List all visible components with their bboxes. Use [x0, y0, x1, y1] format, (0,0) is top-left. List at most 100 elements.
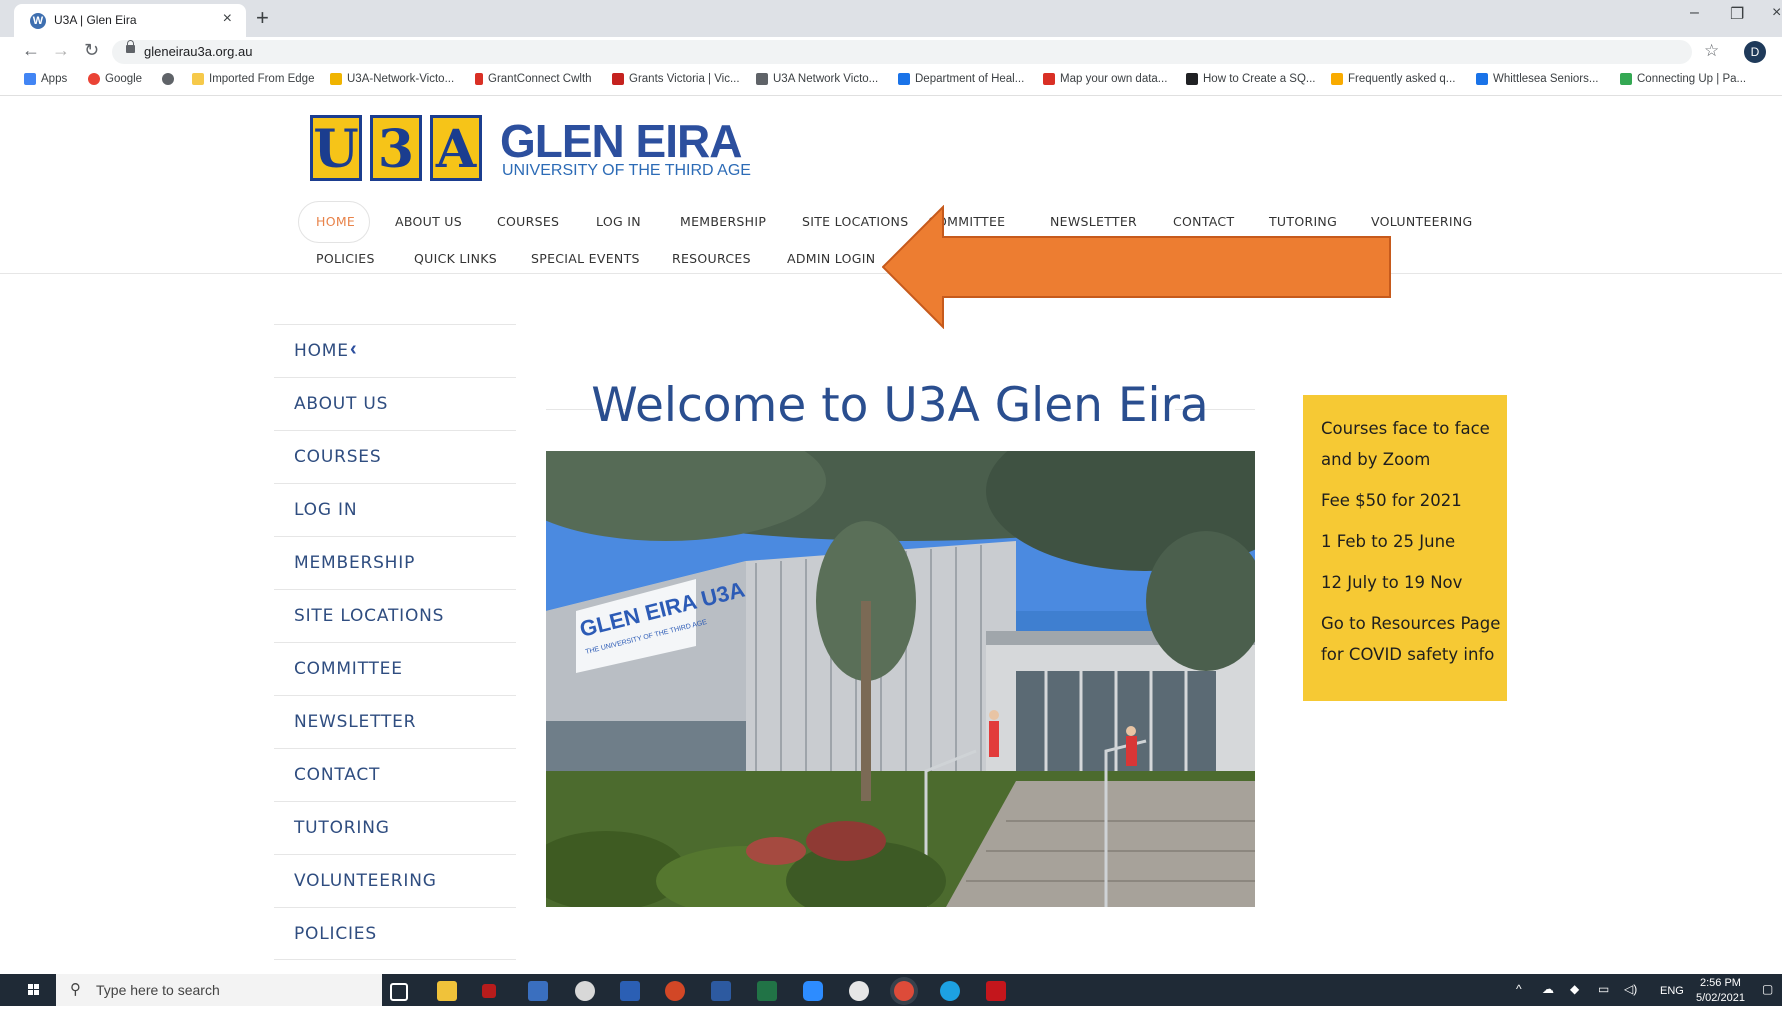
bookmark-star-icon[interactable]: ☆ — [1704, 41, 1719, 61]
bookmark-imported-from-edge[interactable]: Imported From Edge — [192, 73, 314, 85]
itunes-icon[interactable] — [849, 981, 869, 1001]
notice-line: and by Zoom — [1321, 450, 1431, 469]
windows-start-icon[interactable] — [12, 974, 56, 1006]
logo-letter-3: 3 — [370, 115, 422, 181]
sidebar-item-home[interactable]: HOME ‹ — [274, 324, 516, 377]
health-icon — [898, 73, 910, 85]
grants-victoria-icon — [612, 73, 624, 85]
sidebar-item-courses[interactable]: COURSES — [274, 430, 516, 483]
browser-tab[interactable]: W U3A | Glen Eira × — [14, 4, 246, 37]
nav-special-events[interactable]: SPECIAL EVENTS — [531, 251, 640, 266]
network-icon[interactable]: ▭ — [1598, 982, 1609, 996]
apps-grid-icon — [24, 73, 36, 85]
sidebar-item-label: LOG IN — [294, 500, 358, 520]
sidebar-item-label: MEMBERSHIP — [294, 553, 416, 573]
sidebar-item-contact[interactable]: CONTACT — [274, 748, 516, 801]
bookmark-u3a-network-victoria[interactable]: U3A-Network-Victo... — [330, 73, 454, 85]
sidebar-item-label: POLICIES — [294, 924, 377, 944]
sidebar-item-log-in[interactable]: LOG IN — [274, 483, 516, 536]
edge-icon[interactable] — [940, 981, 960, 1001]
bookmark-google[interactable]: Google — [88, 73, 142, 85]
visio-icon[interactable] — [711, 981, 731, 1001]
task-view-icon[interactable] — [390, 983, 408, 1001]
word-icon[interactable] — [620, 981, 640, 1001]
bookmark-department-of-health[interactable]: Department of Heal... — [898, 73, 1024, 85]
sidebar-item-label: NEWSLETTER — [294, 712, 417, 732]
sidebar-item-tutoring[interactable]: TUTORING — [274, 801, 516, 854]
bookmark-how-to-create[interactable]: How to Create a SQ... — [1186, 73, 1316, 85]
nav-membership[interactable]: MEMBERSHIP — [680, 214, 766, 229]
bookmark-connecting-up[interactable]: Connecting Up | Pa... — [1620, 73, 1746, 85]
onedrive-icon[interactable]: ☁ — [1542, 982, 1554, 996]
nav-resources[interactable]: RESOURCES — [672, 251, 751, 266]
sidebar-item-committee[interactable]: COMMITTEE — [274, 642, 516, 695]
volume-icon[interactable]: ◁) — [1624, 982, 1637, 996]
nav-home[interactable]: HOME — [316, 214, 355, 229]
notice-box: Courses face to face and by Zoom Fee $50… — [1303, 395, 1507, 701]
language-indicator[interactable]: ENG — [1660, 985, 1684, 997]
powerpoint-icon[interactable] — [665, 981, 685, 1001]
nav-about-us[interactable]: ABOUT US — [395, 214, 462, 229]
chevron-left-icon[interactable]: ‹ — [350, 338, 357, 361]
taskbar-search[interactable]: ⚲ Type here to search — [56, 974, 382, 1006]
url-text[interactable]: gleneirau3a.org.au — [144, 44, 252, 59]
bookmark-apps[interactable]: Apps — [24, 73, 67, 85]
app-icon[interactable] — [575, 981, 595, 1001]
back-icon[interactable]: ← — [22, 40, 40, 61]
calculator-icon[interactable] — [528, 981, 548, 1001]
building-photo: GLEN EIRA U3A THE UNIVERSITY OF THE THIR… — [546, 451, 1255, 907]
file-explorer-icon[interactable] — [437, 981, 457, 1001]
nav-log-in[interactable]: LOG IN — [596, 214, 641, 229]
close-window-icon[interactable]: × — [1772, 4, 1781, 22]
acrobat-icon[interactable] — [986, 981, 1006, 1001]
notice-line: Fee $50 for 2021 — [1321, 491, 1462, 510]
chrome-icon[interactable] — [894, 981, 914, 1001]
forward-icon[interactable]: → — [52, 40, 70, 61]
bookmark-whittlesea-seniors[interactable]: Whittlesea Seniors... — [1476, 73, 1598, 85]
notifications-icon[interactable]: ▢ — [1762, 982, 1773, 996]
grantconnect-icon — [475, 73, 483, 85]
profile-avatar[interactable]: D — [1744, 41, 1766, 63]
nav-admin-login[interactable]: ADMIN LOGIN — [787, 251, 875, 266]
app-icon[interactable] — [482, 984, 496, 998]
reload-icon[interactable]: ↻ — [84, 40, 99, 61]
clock-date[interactable]: 5/02/2021 — [1696, 992, 1745, 1004]
lock-icon[interactable] — [126, 40, 135, 53]
omnibox[interactable] — [112, 40, 1692, 64]
bookmark-grants-victoria[interactable]: Grants Victoria | Vic... — [612, 73, 740, 85]
dropbox-icon[interactable]: ◆ — [1570, 982, 1579, 996]
bookmark-grantconnect[interactable]: GrantConnect Cwlth — [475, 73, 592, 85]
bookmark-globe[interactable] — [162, 73, 174, 85]
bookmark-u3a-network[interactable]: U3A Network Victo... — [756, 73, 878, 85]
minimize-icon[interactable]: – — [1690, 4, 1699, 22]
google-icon — [88, 73, 100, 85]
nav-courses[interactable]: COURSES — [497, 214, 559, 229]
tray-chevron-up-icon[interactable]: ^ — [1516, 982, 1522, 996]
globe-icon — [162, 73, 174, 85]
nav-policies[interactable]: POLICIES — [316, 251, 375, 266]
bookmark-map-your-data[interactable]: Map your own data... — [1043, 73, 1167, 85]
bookmarks-bar: Apps Google Imported From Edge U3A-Netwo… — [0, 67, 1782, 96]
logo-title[interactable]: GLEN EIRA — [500, 114, 742, 168]
excel-icon[interactable] — [757, 981, 777, 1001]
sidebar-item-about-us[interactable]: ABOUT US — [274, 377, 516, 430]
bookmark-frequently-asked[interactable]: Frequently asked q... — [1331, 73, 1455, 85]
zoom-icon[interactable] — [803, 981, 823, 1001]
sidebar-item-policies[interactable]: POLICIES — [274, 907, 516, 960]
page-title: Welcome to U3A Glen Eira — [591, 378, 1209, 433]
logo-subtitle: UNIVERSITY OF THE THIRD AGE — [502, 162, 751, 179]
nav-quick-links[interactable]: QUICK LINKS — [414, 251, 497, 266]
restore-icon[interactable]: ❐ — [1730, 4, 1744, 24]
sidebar-item-membership[interactable]: MEMBERSHIP — [274, 536, 516, 589]
notice-line: for COVID safety info — [1321, 645, 1495, 664]
clock-time[interactable]: 2:56 PM — [1700, 977, 1741, 989]
logo-letter-a: A — [430, 115, 482, 181]
notice-line: 1 Feb to 25 June — [1321, 532, 1456, 551]
microsoft-icon — [1331, 73, 1343, 85]
sidebar-item-site-locations[interactable]: SITE LOCATIONS — [274, 589, 516, 642]
sidebar-item-volunteering[interactable]: VOLUNTEERING — [274, 854, 516, 907]
tab-close-icon[interactable]: × — [223, 10, 232, 28]
sidebar-item-newsletter[interactable]: NEWSLETTER — [274, 695, 516, 748]
new-tab-button[interactable]: + — [256, 5, 269, 31]
logo-letter-u: U — [310, 115, 362, 181]
